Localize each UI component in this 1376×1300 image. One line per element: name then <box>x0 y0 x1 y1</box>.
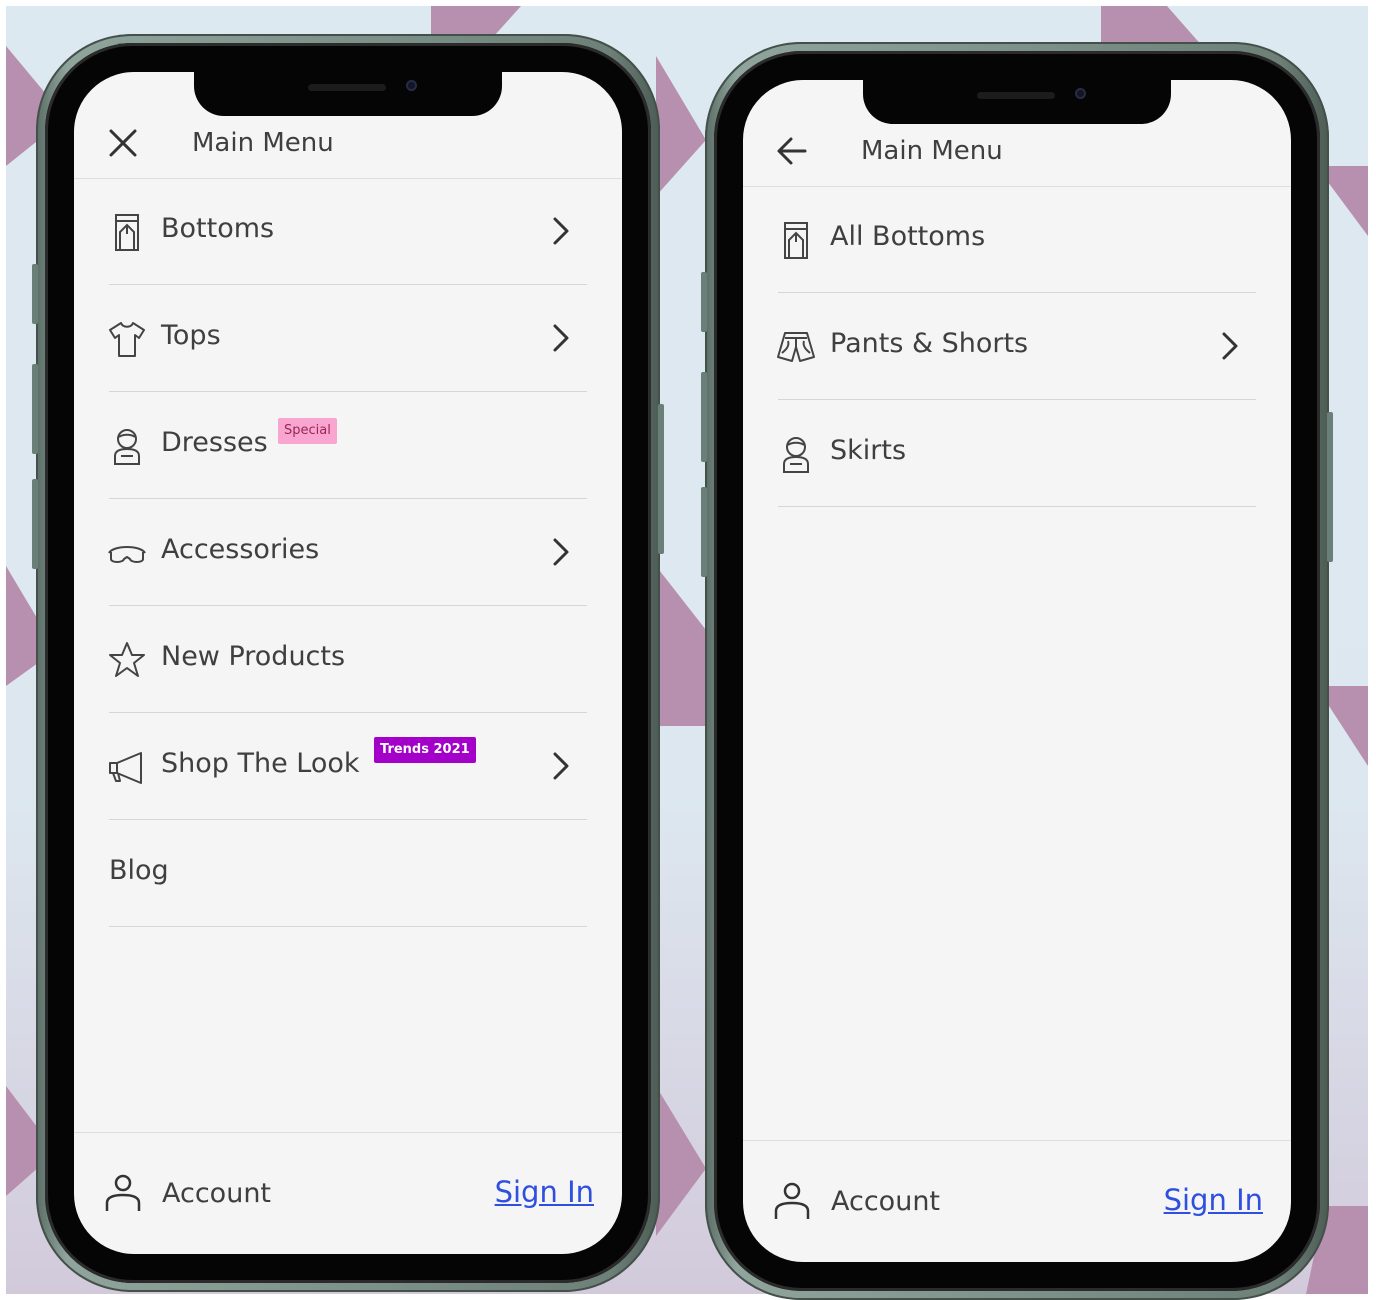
menu-item-dresses[interactable]: Dresses Special <box>74 392 622 499</box>
phone-frame-left: Main Menu Bottoms Tops Dresses Special A… <box>32 34 664 1292</box>
account-label: Account <box>831 1186 941 1217</box>
tshirt-icon <box>107 319 147 359</box>
phone-frame-right: Main Menu All Bottoms Pants & Shorts Ski… <box>701 42 1333 1300</box>
volume-down-button <box>32 479 38 569</box>
dress-icon <box>107 426 147 466</box>
side-button <box>701 272 707 332</box>
menu-item-label: Dresses <box>161 427 268 458</box>
sunglasses-icon <box>107 533 147 573</box>
menu-item-blog[interactable]: Blog <box>74 820 622 927</box>
megaphone-icon <box>107 747 147 787</box>
menu-item-accessories[interactable]: Accessories <box>74 499 622 606</box>
menu-list: Bottoms Tops Dresses Special Accessories… <box>74 178 622 927</box>
menu-item-bottoms[interactable]: Bottoms <box>74 178 622 285</box>
pants-icon <box>776 220 816 260</box>
phone-notch <box>863 80 1171 124</box>
star-icon <box>107 640 147 680</box>
menu-item-label: New Products <box>161 641 346 672</box>
chevron-right-icon[interactable] <box>548 214 574 248</box>
volume-down-button <box>701 487 707 577</box>
sign-in-link[interactable]: Sign In <box>495 1173 594 1211</box>
menu-item-label: Skirts <box>830 435 907 466</box>
menu-item-shop-the-look[interactable]: Shop The Look Trends 2021 <box>74 713 622 820</box>
menu-item-label: Blog <box>109 855 169 886</box>
menu-title: Main Menu <box>192 128 334 158</box>
menu-screen-bottoms: Main Menu All Bottoms Pants & Shorts Ski… <box>743 80 1291 1262</box>
menu-item-label: Accessories <box>161 534 320 565</box>
chevron-right-icon[interactable] <box>548 749 574 783</box>
menu-footer: Account Sign In <box>74 1132 622 1254</box>
user-icon <box>773 1181 811 1221</box>
menu-title: Main Menu <box>861 136 1003 166</box>
menu-item-pants-shorts[interactable]: Pants & Shorts <box>743 293 1291 400</box>
side-button <box>32 264 38 324</box>
close-icon[interactable] <box>106 126 140 160</box>
menu-item-label: Tops <box>161 320 221 351</box>
chevron-right-icon[interactable] <box>1217 329 1243 363</box>
menu-item-new-products[interactable]: New Products <box>74 606 622 713</box>
power-button <box>1327 412 1333 562</box>
menu-screen-main: Main Menu Bottoms Tops Dresses Special A… <box>74 72 622 1254</box>
sign-in-link[interactable]: Sign In <box>1164 1181 1263 1219</box>
submenu-list: All Bottoms Pants & Shorts Skirts <box>743 186 1291 507</box>
menu-item-skirts[interactable]: Skirts <box>743 400 1291 507</box>
menu-item-label: All Bottoms <box>830 221 986 252</box>
shorts-icon <box>776 327 816 367</box>
arrow-left-icon[interactable] <box>775 134 809 168</box>
power-button <box>658 404 664 554</box>
menu-item-tops[interactable]: Tops <box>74 285 622 392</box>
pants-icon <box>107 212 147 252</box>
menu-item-label: Bottoms <box>161 213 275 244</box>
menu-footer: Account Sign In <box>743 1140 1291 1262</box>
menu-item-label: Pants & Shorts <box>830 328 1029 359</box>
phone-notch <box>194 72 502 116</box>
trends-badge: Trends 2021 <box>374 737 476 763</box>
volume-up-button <box>32 364 38 454</box>
account-label: Account <box>162 1178 272 1209</box>
chevron-right-icon[interactable] <box>548 535 574 569</box>
volume-up-button <box>701 372 707 462</box>
chevron-right-icon[interactable] <box>548 321 574 355</box>
menu-item-label: Shop The Look <box>161 748 360 779</box>
user-icon <box>104 1173 142 1213</box>
special-badge: Special <box>278 418 337 444</box>
dress-icon <box>776 434 816 474</box>
menu-item-all-bottoms[interactable]: All Bottoms <box>743 186 1291 293</box>
